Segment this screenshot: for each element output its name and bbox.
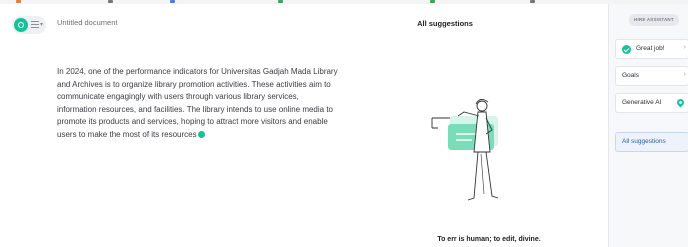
bookmark-icon[interactable]: [108, 0, 113, 3]
figure-leg-shape: [467, 151, 479, 201]
card-label: Goals: [622, 72, 639, 79]
figure-head-shape: [476, 100, 488, 112]
figure-arm-shape: [457, 111, 480, 117]
figure-leg-shape: [480, 153, 485, 195]
assistant-panel: HIRE ASSISTANT Great job! › Goals › Gene…: [608, 4, 688, 247]
chevron-down-icon: ▾: [40, 22, 44, 28]
card-label: All suggestions: [622, 138, 666, 145]
check-circle-icon: [622, 45, 631, 54]
menu-icon: [31, 21, 39, 29]
document-body[interactable]: In 2024, one of the performance indicato…: [57, 66, 339, 142]
card-label: Great job!: [636, 45, 665, 52]
goals-card[interactable]: Goals ›: [615, 66, 688, 86]
generative-ai-card[interactable]: Generative AI: [615, 93, 688, 113]
empty-state-caption-visible: To err is human; to edit, divine.: [437, 236, 541, 243]
chevron-right-icon: ›: [683, 71, 686, 78]
app-menu-button[interactable]: ▾: [12, 16, 46, 34]
bookmark-icon[interactable]: [170, 0, 175, 3]
editor-pane: ▾ Untitled document In 2024, one of the …: [0, 4, 350, 247]
suggestions-title: All suggestions: [417, 19, 473, 28]
all-suggestions-tab[interactable]: All suggestions: [615, 132, 688, 152]
bookmark-icon[interactable]: [430, 0, 435, 3]
app-window: ▾ Untitled document In 2024, one of the …: [0, 0, 688, 247]
grammarly-inline-icon[interactable]: [197, 130, 205, 138]
document-title[interactable]: Untitled document: [57, 18, 117, 27]
hire-assistant-button[interactable]: HIRE ASSISTANT: [629, 14, 679, 26]
great-job-card[interactable]: Great job! ›: [615, 39, 688, 59]
suggestions-pane: All suggestions To err is human; to edit…: [350, 4, 608, 247]
grammarly-logo-icon: [14, 18, 28, 32]
bookmark-icon[interactable]: [16, 0, 21, 3]
figure-leg-shape: [485, 151, 499, 199]
frame-corner-shape: [431, 117, 450, 129]
bookmark-icon[interactable]: [530, 0, 535, 3]
document-text[interactable]: In 2024, one of the performance indicato…: [57, 67, 338, 139]
empty-state-illustration: [431, 99, 499, 201]
chevron-right-icon: ›: [683, 44, 686, 51]
bookmark-icon[interactable]: [278, 0, 283, 3]
card-label: Generative AI: [622, 99, 662, 106]
pin-icon: [675, 97, 686, 108]
